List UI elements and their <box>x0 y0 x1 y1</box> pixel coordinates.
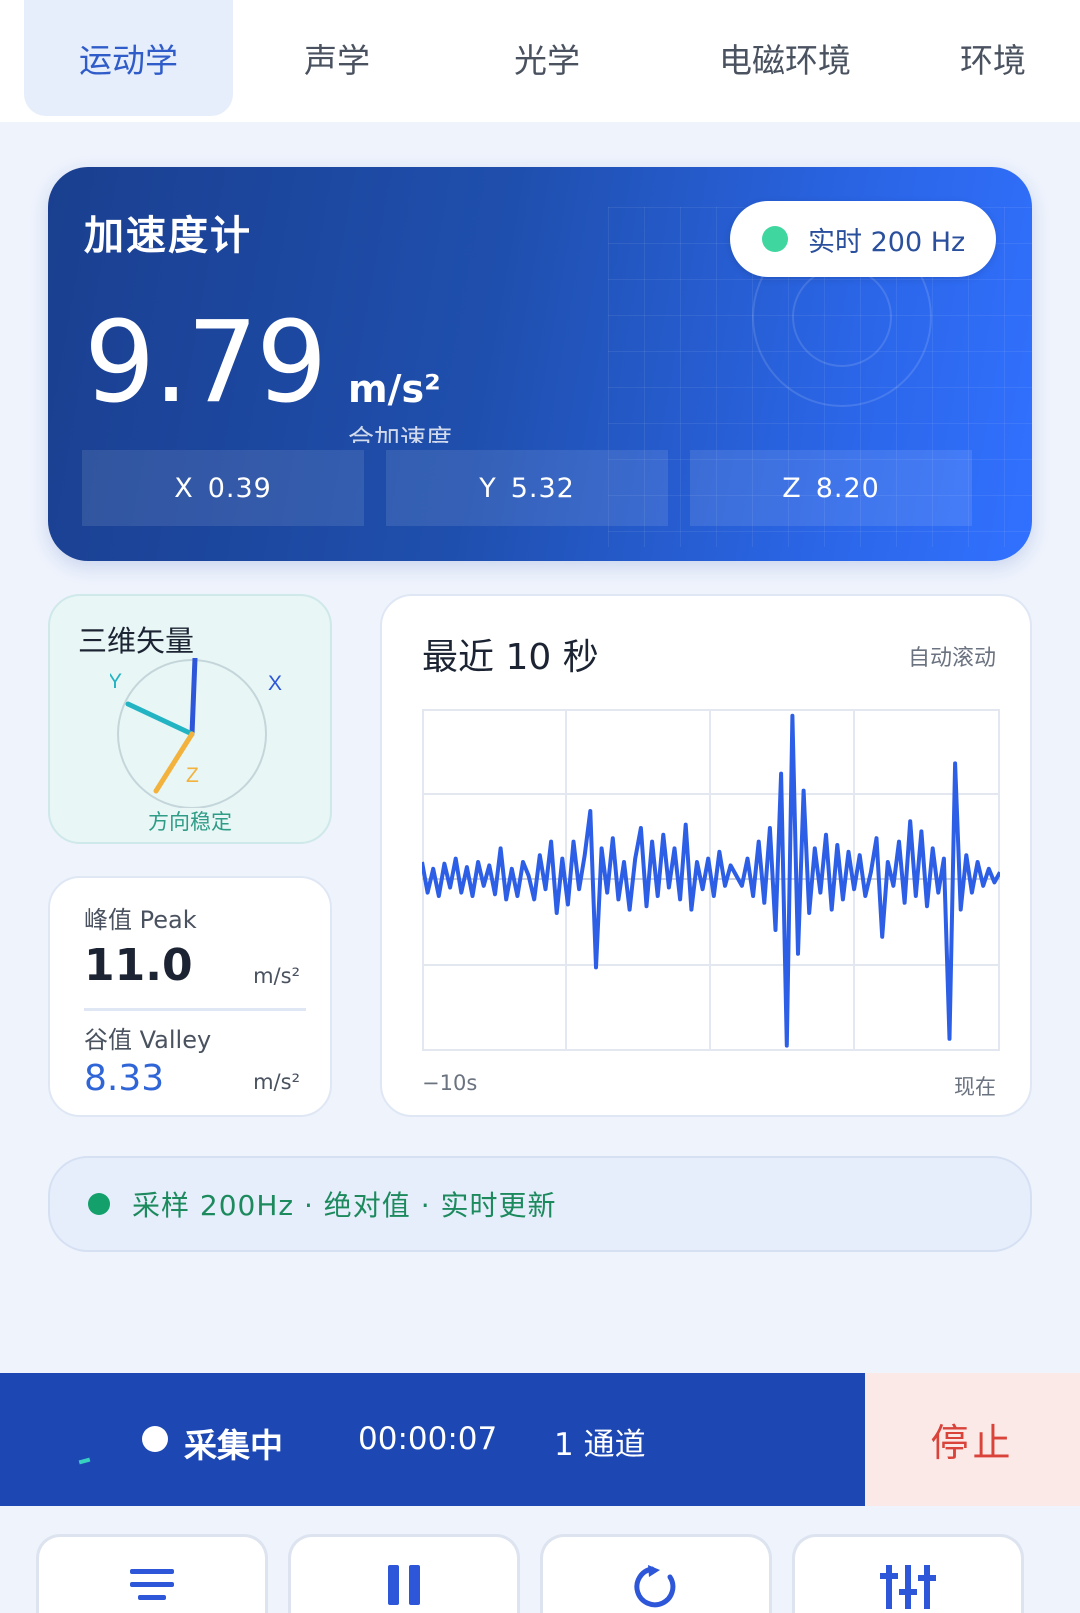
peak-unit: m/s² <box>253 964 300 988</box>
refresh-icon <box>634 1565 676 1608</box>
x-vector-line <box>189 658 198 737</box>
valley-label: 谷值 Valley <box>84 1026 212 1054</box>
settings-button[interactable] <box>792 1534 1024 1613</box>
menu-button[interactable] <box>36 1534 268 1613</box>
valley-value: 8.33 <box>84 1058 165 1099</box>
axis-y-readout: Y 5.32 <box>386 450 668 526</box>
pause-icon <box>388 1565 420 1605</box>
sampling-status-strip: 采样 200Hz · 绝对值 · 实时更新 <box>48 1156 1032 1252</box>
category-tab-bar: 运动学 声学 光学 电磁环境 环境 <box>0 0 1080 122</box>
recording-dot-icon <box>142 1426 168 1452</box>
live-rate-label: 实时 200 Hz <box>808 226 966 258</box>
axis-name: Z <box>782 472 802 504</box>
live-rate-badge: 实时 200 Hz <box>730 201 996 277</box>
magnitude-caption: 合加速度 <box>348 425 453 443</box>
axis-name: Y <box>479 472 497 504</box>
pause-button[interactable] <box>288 1534 520 1613</box>
waveform-chart <box>422 709 1000 1051</box>
auto-scroll-label[interactable]: 自动滚动 <box>908 640 996 672</box>
axis-x-readout: X 0.39 <box>82 450 364 526</box>
x-axis-start-label: −10s <box>422 1071 478 1095</box>
reset-button[interactable] <box>540 1534 772 1613</box>
sensor-title: 加速度计 <box>84 213 252 259</box>
magnitude-value: 9.79 <box>84 298 327 428</box>
x-axis-end-label: 现在 <box>954 1075 996 1099</box>
vector-3d-graphic: X Y Z <box>110 658 282 808</box>
sampling-status-text: 采样 200Hz · 绝对值 · 实时更新 <box>132 1189 557 1222</box>
tab-environment[interactable]: 环境 <box>960 0 1080 116</box>
magnitude-unit: m/s² <box>348 367 441 411</box>
recording-status: 采集中 <box>184 1426 283 1465</box>
menu-icon <box>130 1569 174 1600</box>
peak-value: 11.0 <box>84 940 193 991</box>
x-axis-label: X <box>268 672 282 695</box>
vector-3d-title: 三维矢量 <box>78 624 195 658</box>
z-axis-label: Z <box>186 764 199 787</box>
peak-label: 峰值 Peak <box>84 906 197 934</box>
vector-3d-card: 三维矢量 X Y Z 方向稳定 <box>48 594 332 844</box>
tab-kinematics[interactable]: 运动学 <box>24 0 233 116</box>
y-vector-line <box>125 701 195 737</box>
y-axis-label: Y <box>110 670 122 693</box>
chart-title: 最近 10 秒 <box>422 637 599 678</box>
stop-button[interactable]: 停止 <box>865 1373 1080 1506</box>
axis-value: 8.20 <box>815 472 880 504</box>
signal-tick-icon <box>78 1457 91 1465</box>
sliders-icon <box>880 1565 936 1609</box>
live-indicator-icon <box>762 226 788 252</box>
channel-count: 1 通道 <box>554 1427 646 1463</box>
orientation-status: 方向稳定 <box>148 810 232 834</box>
axis-value: 5.32 <box>510 472 575 504</box>
tab-optics[interactable]: 光学 <box>472 0 622 116</box>
axis-value: 0.39 <box>207 472 272 504</box>
recent-chart-card: 最近 10 秒 自动滚动 −10s 现在 <box>380 594 1032 1117</box>
tab-electromagnetic[interactable]: 电磁环境 <box>690 0 880 116</box>
elapsed-time: 00:00:07 <box>358 1421 498 1457</box>
divider <box>84 1008 306 1011</box>
axis-name: X <box>174 472 194 504</box>
recording-bar: 采集中 00:00:07 1 通道 <box>0 1373 865 1506</box>
status-indicator-icon <box>88 1193 110 1215</box>
accelerometer-card: 加速度计 实时 200 Hz 9.79 m/s² 合加速度 X 0.39 Y 5… <box>48 167 1032 561</box>
tab-acoustics[interactable]: 声学 <box>262 0 412 116</box>
axis-z-readout: Z 8.20 <box>690 450 972 526</box>
peak-valley-card: 峰值 Peak 11.0 m/s² 谷值 Valley 8.33 m/s² <box>48 876 332 1117</box>
valley-unit: m/s² <box>253 1070 300 1094</box>
decorative-ring <box>792 267 892 367</box>
